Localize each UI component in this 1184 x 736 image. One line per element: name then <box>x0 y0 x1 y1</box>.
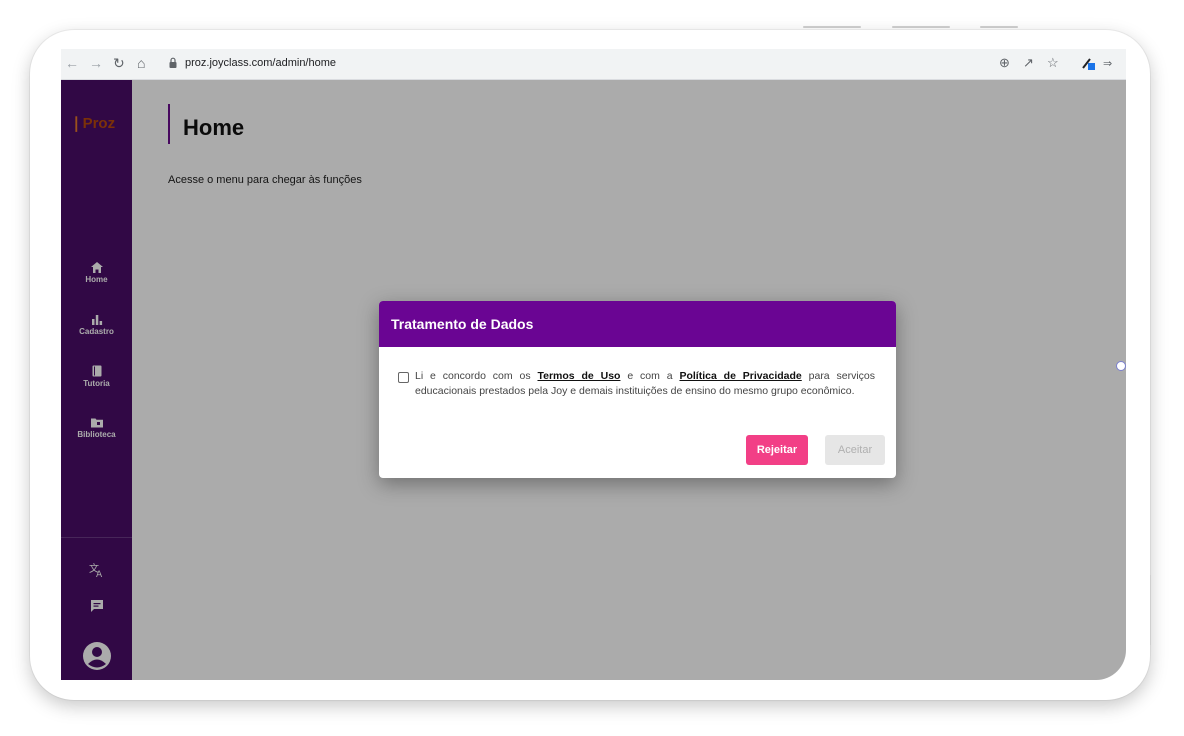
bookmark-star-icon[interactable]: ☆ <box>1047 55 1059 71</box>
forward-icon[interactable]: → <box>89 55 103 71</box>
browser-screen: ← → ↻ ⌂ proz.joyclass.com/admin/home ⊕ ↗… <box>61 49 1126 680</box>
install-app-icon[interactable]: ⊕ <box>999 55 1010 71</box>
share-icon[interactable]: ↗ <box>1023 55 1034 71</box>
back-icon[interactable]: ← <box>65 55 79 71</box>
address-bar-url[interactable]: proz.joyclass.com/admin/home <box>185 57 336 69</box>
accept-button[interactable]: Aceitar <box>825 435 885 465</box>
data-processing-dialog: Tratamento de Dados Li e concordo com os… <box>379 301 896 478</box>
terms-of-use-link[interactable]: Termos de Uso <box>537 370 620 382</box>
privacy-policy-link[interactable]: Política de Privacidade <box>679 370 801 382</box>
consent-text: Li e concordo com os Termos de Uso e com… <box>415 369 875 399</box>
window-top-bar-right <box>980 26 1018 28</box>
extension-icon[interactable] <box>1081 56 1097 72</box>
lock-icon[interactable] <box>169 57 177 69</box>
consent-text-part: e com a <box>620 370 680 382</box>
browser-toolbar: ← → ↻ ⌂ proz.joyclass.com/admin/home ⊕ ↗… <box>61 49 1126 80</box>
reject-button[interactable]: Rejeitar <box>746 435 808 465</box>
consent-text-part: Li e concordo com os <box>415 370 538 382</box>
dialog-header: Tratamento de Dados <box>379 301 896 347</box>
window-top-bar-left <box>803 26 861 28</box>
sign-in-icon[interactable]: ⇒ <box>1103 57 1112 70</box>
window-top-bar-middle <box>892 26 950 28</box>
consent-checkbox[interactable] <box>398 372 409 383</box>
device-edge-line <box>1150 575 1151 645</box>
home-browser-icon[interactable]: ⌂ <box>137 55 145 71</box>
resize-handle[interactable] <box>1116 361 1126 371</box>
dialog-title: Tratamento de Dados <box>391 316 534 332</box>
reload-icon[interactable]: ↻ <box>113 55 125 71</box>
